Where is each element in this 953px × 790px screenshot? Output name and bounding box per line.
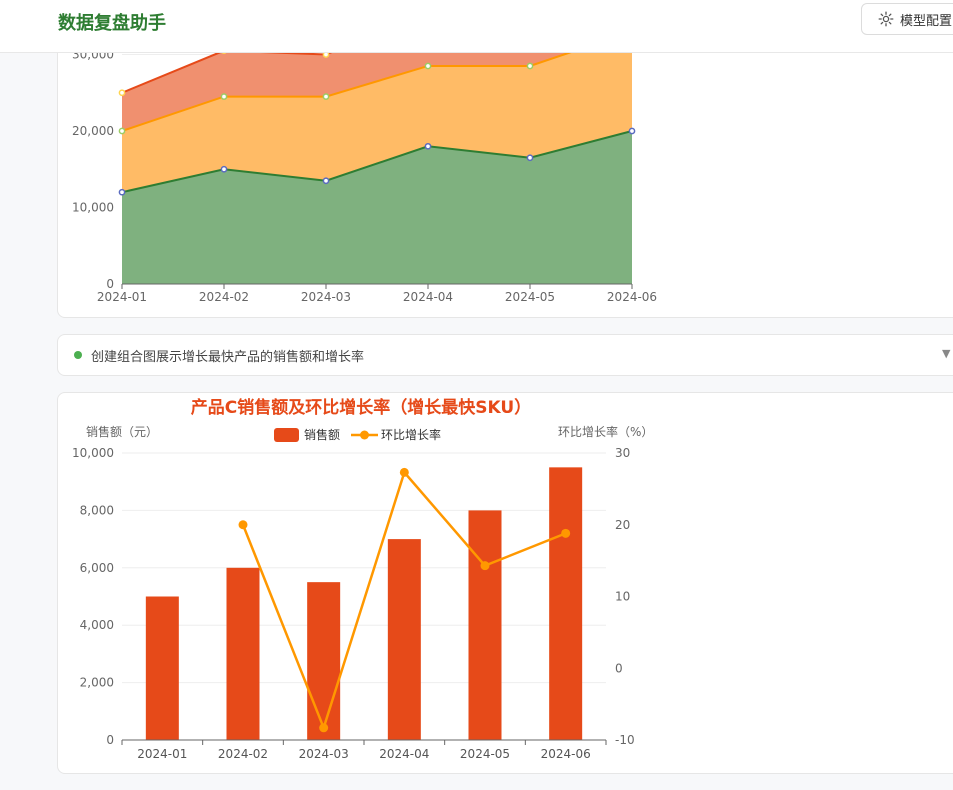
growth-rate-point [561, 528, 571, 538]
x-tick-label: 2024-03 [301, 290, 351, 304]
x-tick-label: 2024-03 [299, 747, 349, 761]
data-point [322, 177, 330, 185]
status-dot [74, 351, 82, 359]
growth-rate-point [238, 520, 248, 530]
step-panel-header[interactable]: 创建组合图展示增长最快产品的销售额和增长率 [74, 335, 364, 375]
data-point [424, 62, 432, 70]
y-left-axis-label: 销售额（元） [86, 424, 158, 439]
x-tick-label: 2024-01 [137, 747, 187, 761]
growth-rate-point [399, 467, 409, 477]
combo-chart: 产品C销售额及环比增长率（增长最快SKU） 销售额（元） 环比增长率（%） 销售额 环比… [72, 397, 653, 761]
y-right-tick-label: 10 [615, 590, 630, 604]
y-left-tick-label: 4,000 [80, 618, 114, 632]
x-tick-label: 2024-05 [505, 290, 555, 304]
legend-line-marker [360, 430, 369, 440]
x-tick-label: 2024-01 [97, 290, 147, 304]
data-point [220, 93, 228, 100]
step-panel-label: 创建组合图展示增长最快产品的销售额和增长率 [91, 349, 365, 365]
app-title: 数据复盘助手 [58, 13, 166, 34]
y-left-tick-label: 0 [106, 733, 114, 747]
legend-bar-label: 销售额 [304, 427, 340, 442]
y-left-tick-label: 8,000 [80, 503, 114, 517]
x-tick-label: 2024-05 [460, 747, 510, 761]
y-right-tick-label: 0 [615, 661, 623, 675]
x-tick-label: 2024-04 [403, 290, 453, 304]
caret-down-icon[interactable]: ▼ [942, 347, 950, 360]
data-point [628, 127, 636, 135]
x-tick-label: 2024-06 [607, 290, 657, 304]
bar [549, 467, 583, 740]
top-bar: 数据复盘助手 模型配置 [0, 0, 953, 53]
model-config-label: 模型配置 [900, 13, 953, 29]
data-point [118, 89, 126, 97]
y-left-tick-label: 10,000 [72, 446, 114, 460]
model-config-button[interactable]: 模型配置 [861, 3, 953, 35]
step-panel[interactable]: 创建组合图展示增长最快产品的销售额和增长率 ▼ [57, 334, 953, 376]
legend-line-label: 环比增长率 [381, 427, 441, 442]
y-right-tick-label: 20 [615, 518, 630, 532]
bar [468, 510, 502, 740]
y-tick-label: 0 [106, 277, 114, 291]
data-point [322, 93, 330, 100]
data-point [220, 165, 228, 173]
data-point [424, 142, 432, 150]
combo-chart-card: 产品C销售额及环比增长率（增长最快SKU） 销售额（元） 环比增长率（%） 销售额 环比… [57, 392, 953, 774]
gear-icon [878, 11, 894, 27]
y-right-tick-label: 30 [615, 446, 630, 460]
y-right-tick-label: -10 [615, 733, 635, 747]
legend-bar-swatch [274, 428, 299, 442]
bar [307, 582, 341, 740]
chart-title: 产品C销售额及环比增长率（增长最快SKU） [191, 397, 531, 418]
y-right-axis-label: 环比增长率（%） [558, 424, 653, 439]
bar [387, 539, 421, 740]
bar [226, 567, 260, 740]
x-tick-label: 2024-02 [218, 747, 268, 761]
data-point [526, 62, 534, 70]
bar [145, 596, 179, 740]
data-point [118, 127, 126, 135]
growth-rate-point [480, 561, 490, 571]
y-tick-label: 20,000 [72, 124, 114, 138]
stacked-area-chart: 010,00020,00030,00040,0002024-012024-022… [72, 0, 657, 304]
x-tick-label: 2024-02 [199, 290, 249, 304]
x-tick-label: 2024-04 [379, 747, 429, 761]
x-tick-label: 2024-06 [541, 747, 591, 761]
y-left-tick-label: 2,000 [80, 676, 114, 690]
growth-rate-point [319, 723, 329, 733]
stacked-area-chart-card: 010,00020,00030,00040,0002024-012024-022… [57, 0, 953, 318]
data-point [526, 154, 534, 162]
y-left-tick-label: 6,000 [80, 561, 114, 575]
data-point [118, 188, 126, 196]
y-tick-label: 10,000 [72, 201, 114, 215]
